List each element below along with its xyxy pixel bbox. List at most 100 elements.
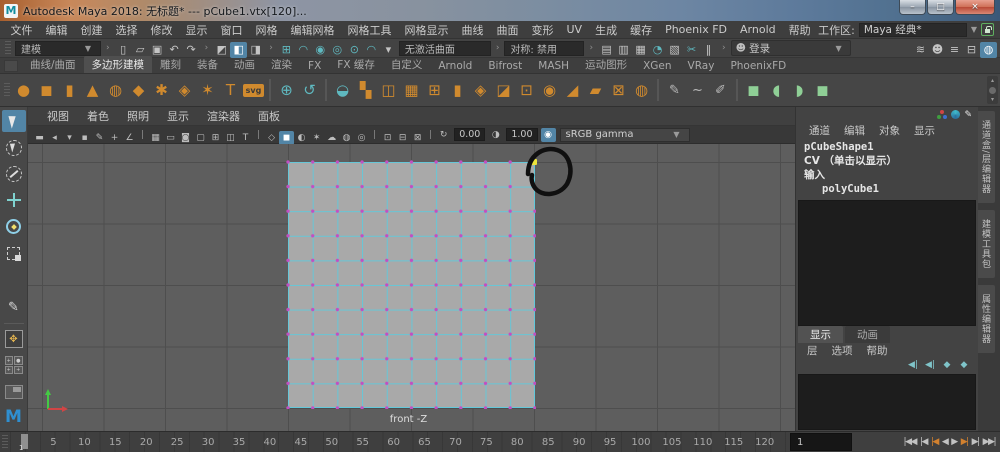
grease-pencil-icon[interactable]: ∠ [122,131,137,145]
append-polygon-icon[interactable]: ⊞ [423,78,446,102]
view-transform-icon[interactable]: ◉ [540,127,556,142]
lasso-tool-button[interactable] [2,136,26,158]
section-divider-icon[interactable]: › [719,43,729,53]
shelf-tab[interactable]: 雕刻 [152,56,189,73]
select-camera-icon[interactable]: ▬ [32,131,47,145]
use-all-lights-icon[interactable]: ✶ [309,131,324,145]
platonic-solid-icon[interactable]: ◈ [173,78,196,102]
play-forwards-button[interactable]: ▶ [950,436,958,448]
combine-icon[interactable]: ◒ [331,78,354,102]
reduce-icon[interactable]: ◍ [630,78,653,102]
menu-item[interactable]: 网格显示 [398,22,455,38]
bridge-icon[interactable]: ⊡ [515,78,538,102]
sculpt-cube-icon[interactable]: ◼ [811,78,834,102]
sidebar-tab[interactable]: 通道盒/层编辑器 [978,111,995,204]
current-frame-field[interactable]: 1 [790,433,852,451]
panel-menu-item[interactable]: 显示 [158,108,198,124]
exposure-field[interactable]: 0.00 [454,128,486,141]
shelf-tab[interactable]: 运动图形 [577,56,635,73]
paint-select-tool-button[interactable] [2,163,26,185]
shelf-tab[interactable]: XGen [635,59,679,73]
menu-item[interactable]: 文件 [4,22,39,38]
menu-item[interactable]: 创建 [74,22,109,38]
shelf-tab[interactable]: 多边形建模 [83,56,153,73]
shelf-tab[interactable]: 自定义 [383,56,431,73]
poly-text-icon[interactable]: T [219,78,242,102]
panel-menu-item[interactable]: 渲染器 [198,108,249,124]
new-empty-layer-icon[interactable]: ◀| [907,357,919,373]
toolbar-grip[interactable] [2,435,8,449]
occlusion-icon[interactable]: ◍ [339,131,354,145]
menu-set-dropdown[interactable]: 建模 ▼ [15,40,101,56]
motion-blur-icon[interactable]: ◎ [354,131,369,145]
poly-cube-icon[interactable]: ◼ [35,78,58,102]
layer-menu-item[interactable]: 层 [800,343,825,358]
scroll-up-icon[interactable]: ▴ [991,77,994,84]
panel-menu-item[interactable]: 面板 [249,108,289,124]
gate-mask-icon[interactable]: ▢ [193,131,208,145]
shadows-icon[interactable]: ☁ [324,131,339,145]
ep-curve-icon[interactable]: ✎ [663,78,686,102]
sidebar-tab[interactable]: 属性编辑器 [978,285,995,354]
new-layer-from-selected-icon[interactable]: ◆ [941,357,953,373]
resolution-gate-icon[interactable]: ◙ [178,131,193,145]
scroll-knob[interactable] [989,86,996,94]
quad-draw-icon[interactable]: ◼ [742,78,765,102]
shape-node-name[interactable]: pCubeShape1 [804,140,978,154]
menu-item[interactable]: 修改 [144,22,179,38]
circularize-icon[interactable]: ◉ [538,78,561,102]
menu-item[interactable]: 编辑网格 [284,22,341,38]
panel-menu-item[interactable]: 着色 [78,108,118,124]
four-view-layout-button[interactable]: ✥ [2,328,26,350]
channel-box-menu-item[interactable]: 编辑 [837,123,872,138]
panel-menu-item[interactable]: 照明 [118,108,158,124]
move-tool-button[interactable] [2,189,26,211]
construction-aim-icon[interactable]: ⊕ [275,78,298,102]
section-divider-icon[interactable]: › [202,43,212,53]
extrude-icon[interactable]: ▮ [446,78,469,102]
isolate-select-icon[interactable]: ⊡ [380,131,395,145]
conform-icon[interactable]: ⊠ [607,78,630,102]
poly-sphere-icon[interactable]: ● [12,78,35,102]
menu-item[interactable]: 网格工具 [341,22,398,38]
shelf-icon[interactable] [325,79,327,101]
shelf-tab[interactable]: 曲线/曲面 [22,56,84,73]
shelf-tab[interactable]: FX 缓存 [329,56,383,73]
gamma-field[interactable]: 1.00 [506,128,538,141]
section-divider-icon[interactable]: › [103,43,113,53]
menu-item[interactable]: 生成 [589,22,624,38]
select-tool-button[interactable] [1,110,26,133]
input-node-name[interactable]: polyCube1 [804,182,978,196]
display-toggle-icon[interactable] [937,110,948,119]
menu-item[interactable]: Phoenix FD [659,23,734,36]
shelf-icon[interactable] [657,79,659,101]
shelf-tab[interactable]: Bifrost [480,59,530,73]
camera-attributes-icon[interactable]: ▾ [62,131,77,145]
titlebar[interactable]: M Autodesk Maya 2018: 无标题* --- pCube1.vt… [0,0,1000,21]
login-dropdown[interactable]: ☻ 登录 ▼ [730,40,851,56]
shelf-icon[interactable] [736,79,738,101]
smooth-shade-icon[interactable]: ◼ [279,130,295,145]
layer-editor-tab[interactable]: 动画 [845,326,890,343]
new-layer-options-icon[interactable]: ◆ [958,357,970,373]
grid-toggle-icon[interactable]: ▦ [148,131,163,145]
menu-item[interactable]: 帮助 [782,22,817,38]
bookmarks-icon[interactable]: ▪ [77,131,92,145]
poly-cylinder-icon[interactable]: ▮ [58,78,81,102]
shelf-tab[interactable]: 渲染 [263,56,300,73]
wireframe-icon[interactable]: ◇ [264,131,279,145]
shelf-tab[interactable]: MASH [530,59,577,73]
symmetry-field[interactable]: 对称: 禁用 [504,40,585,56]
textured-icon[interactable]: ◐ [294,131,309,145]
view-transform-dropdown[interactable]: sRGB gamma ▼ [559,127,690,142]
bevel-icon[interactable]: ◪ [492,78,515,102]
single-pane-layout-button[interactable] [2,381,26,403]
safe-title-icon[interactable]: T [238,131,253,145]
triangulate-icon[interactable]: ◢ [561,78,584,102]
pcube-front-face[interactable] [286,159,537,409]
step-back-frame-button[interactable]: |◀ [919,436,928,448]
channel-box-menu-item[interactable]: 通道 [802,123,837,138]
menu-item[interactable]: 选择 [109,22,144,38]
fill-hole-icon[interactable]: ▦ [400,78,423,102]
last-tool-button[interactable]: ✎ [2,297,26,319]
